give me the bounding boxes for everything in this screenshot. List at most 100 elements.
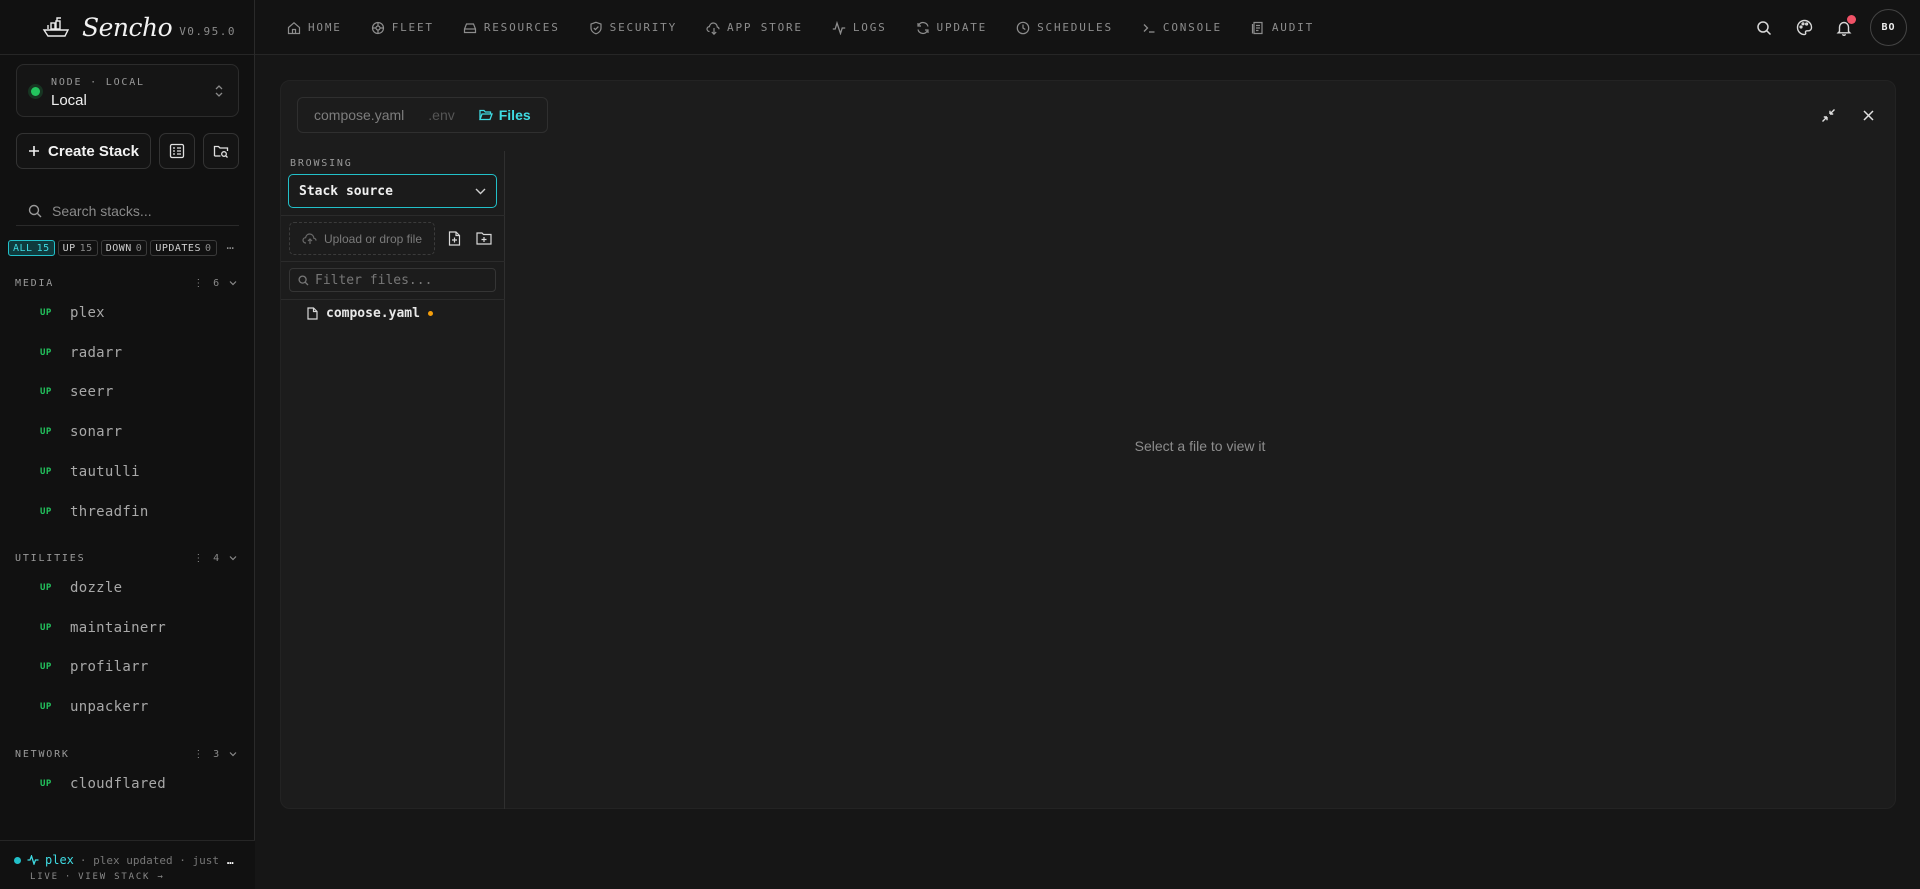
stack-status: UP <box>40 582 52 593</box>
nav-fleet[interactable]: FLEET <box>371 21 434 35</box>
stack-item-cloudflared[interactable]: UP cloudflared <box>0 764 255 804</box>
stack-name: cloudflared <box>70 775 167 792</box>
notifications-button[interactable] <box>1824 8 1864 48</box>
nav-label: APP STORE <box>727 21 803 34</box>
nav-resources[interactable]: RESOURCES <box>463 21 560 35</box>
filter-all[interactable]: ALL 15 <box>8 240 55 256</box>
stack-status: UP <box>40 387 52 398</box>
divider <box>281 261 505 262</box>
view-stack-link[interactable]: VIEW STACK → <box>78 872 165 882</box>
divider <box>281 299 505 300</box>
filter-up[interactable]: UP 15 <box>57 240 98 256</box>
tab-compose-yaml[interactable]: compose.yaml <box>302 101 416 129</box>
group-count: 6 <box>213 277 221 289</box>
filter-down[interactable]: DOWN 0 <box>100 240 148 256</box>
stack-name: radarr <box>70 344 123 361</box>
node-kicker: NODE · LOCAL <box>51 77 145 88</box>
activity-footer: plex · plex updated · just … LIVE · VIEW… <box>0 840 255 889</box>
source-select[interactable]: Stack source <box>288 174 497 208</box>
stack-item-unpackerr[interactable]: UP unpackerr <box>0 687 255 727</box>
user-avatar[interactable]: BO <box>1870 9 1907 46</box>
group-name: NETWORK <box>15 748 70 760</box>
nav-label: UPDATE <box>936 21 988 34</box>
file-item-compose-yaml[interactable]: compose.yaml <box>307 306 433 321</box>
file-filter-input[interactable] <box>315 272 485 288</box>
filter-count: 0 <box>204 242 212 254</box>
nav-label: FLEET <box>391 21 434 34</box>
ship-logo-icon <box>42 17 70 37</box>
logs-icon <box>832 20 846 35</box>
nav-label: SCHEDULES <box>1037 21 1113 34</box>
stack-item-profilarr[interactable]: UP profilarr <box>0 648 255 688</box>
stack-name: unpackerr <box>70 699 149 716</box>
stack-status: UP <box>40 307 52 318</box>
nav-security[interactable]: SECURITY <box>589 21 677 35</box>
nav-audit[interactable]: AUDIT <box>1251 21 1314 35</box>
filter-updates[interactable]: UPDATES 0 <box>150 240 217 256</box>
terminal-icon <box>1143 23 1155 33</box>
stack-status: UP <box>40 622 52 633</box>
stack-item-dozzle[interactable]: UP dozzle <box>0 568 255 608</box>
filter-label: UPDATES <box>155 242 201 254</box>
plus-icon <box>29 146 40 156</box>
new-file-button[interactable] <box>444 228 464 248</box>
stack-search[interactable] <box>16 196 239 226</box>
scan-folder-button[interactable] <box>203 133 239 169</box>
brand-name: Sencho <box>82 12 173 42</box>
group-header[interactable]: UTILITIES ⋮ 4 <box>0 548 255 568</box>
stack-item-tautulli[interactable]: UP tautulli <box>0 452 255 492</box>
stack-name: tautulli <box>70 464 140 481</box>
kebab-icon[interactable]: ⋮ <box>193 278 205 289</box>
kebab-icon[interactable]: ⋮ <box>193 553 205 564</box>
stack-item-radarr[interactable]: UP radarr <box>0 333 255 373</box>
group-name: UTILITIES <box>15 552 86 564</box>
upload-dropzone[interactable]: Upload or drop file <box>289 222 435 255</box>
filter-label: ALL <box>13 242 33 254</box>
bulk-view-button[interactable] <box>159 133 195 169</box>
refresh-icon <box>916 21 929 34</box>
nav-label: SECURITY <box>609 21 678 34</box>
stack-item-plex[interactable]: UP plex <box>0 293 255 333</box>
stack-item-maintainerr[interactable]: UP maintainerr <box>0 608 255 648</box>
chevron-down-icon <box>229 752 237 757</box>
brand[interactable]: Sencho V0.95.0 <box>0 0 254 55</box>
stack-status: UP <box>40 467 52 478</box>
fleet-icon <box>371 21 384 34</box>
home-icon <box>287 21 301 34</box>
nav-console[interactable]: CONSOLE <box>1142 21 1222 35</box>
create-stack-button[interactable]: Create Stack <box>16 133 151 169</box>
group-count: 3 <box>213 748 221 760</box>
file-viewer-empty: Select a file to view it <box>505 81 1895 810</box>
folder-open-icon <box>478 109 493 121</box>
stack-item-seerr[interactable]: UP seerr <box>0 373 255 413</box>
nav-logs[interactable]: LOGS <box>832 20 887 35</box>
theme-button[interactable] <box>1784 8 1824 48</box>
global-search-button[interactable] <box>1744 8 1784 48</box>
tab-env[interactable]: .env <box>416 101 466 129</box>
more-filters-icon[interactable]: ⋯ <box>227 241 234 255</box>
stack-name: threadfin <box>70 503 149 520</box>
activity-row[interactable]: plex · plex updated · just … <box>14 853 234 867</box>
stack-item-threadfin[interactable]: UP threadfin <box>0 492 255 532</box>
group-header[interactable]: MEDIA ⋮ 6 <box>0 273 255 293</box>
separator: · <box>64 872 73 882</box>
new-folder-button[interactable] <box>474 228 494 248</box>
browsing-label: BROWSING <box>290 158 353 169</box>
file-filter[interactable] <box>289 268 496 292</box>
clock-icon <box>1016 21 1030 34</box>
kebab-icon[interactable]: ⋮ <box>193 749 205 760</box>
nav-app-store[interactable]: APP STORE <box>706 21 803 35</box>
node-selector[interactable]: NODE · LOCAL Local <box>16 64 239 117</box>
stack-status: UP <box>40 506 52 517</box>
stack-name: profilarr <box>70 659 149 676</box>
stack-search-input[interactable] <box>52 202 232 219</box>
stack-item-sonarr[interactable]: UP sonarr <box>0 412 255 452</box>
nav-home[interactable]: HOME <box>287 21 342 35</box>
chevron-down-icon <box>229 556 237 561</box>
group-network: NETWORK ⋮ 3 UP cloudflared <box>0 744 255 804</box>
nav-update[interactable]: UPDATE <box>916 21 988 35</box>
nav-schedules[interactable]: SCHEDULES <box>1016 21 1113 35</box>
file-icon <box>307 307 318 320</box>
nav-label: LOGS <box>852 21 887 34</box>
group-header[interactable]: NETWORK ⋮ 3 <box>0 744 255 764</box>
